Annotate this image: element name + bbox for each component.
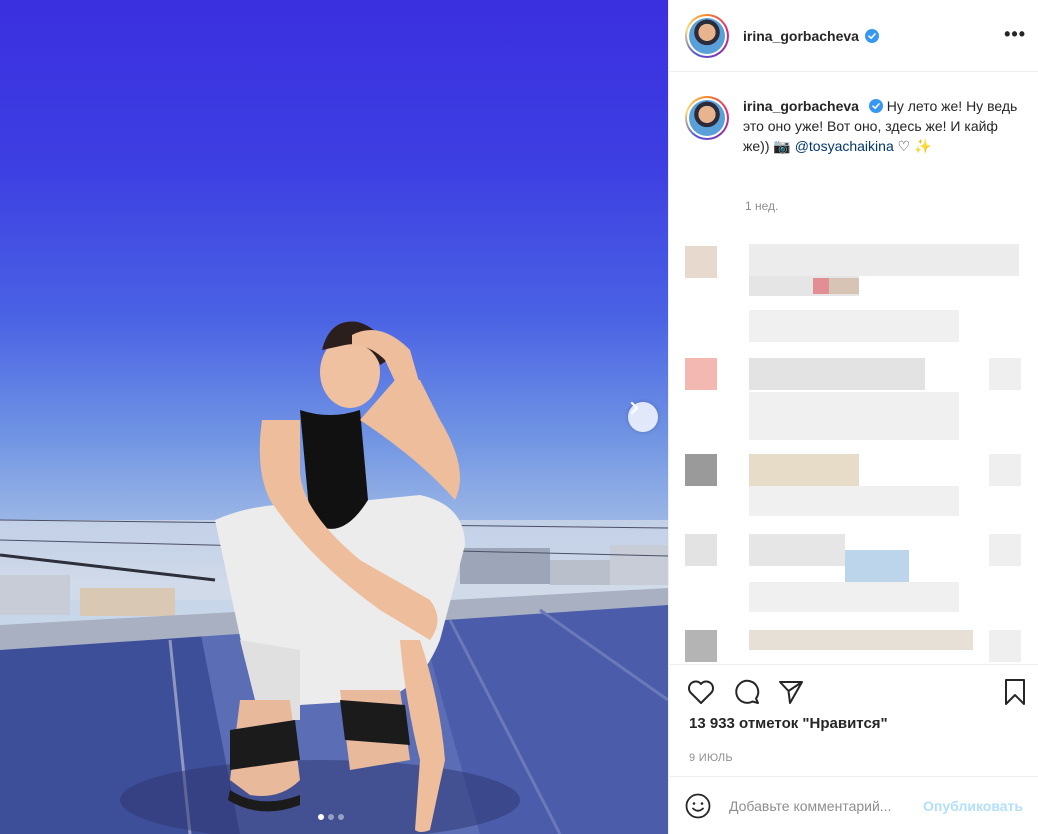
- caption-avatar[interactable]: [685, 96, 729, 140]
- comment-blur: [749, 358, 925, 390]
- caption-text: irina_gorbacheva Ну лето же! Ну ведь это…: [743, 96, 1025, 156]
- photo-scene: [0, 321, 668, 834]
- next-photo-button[interactable]: [628, 402, 658, 432]
- carousel-dot: [338, 814, 344, 820]
- carousel-dots: [318, 814, 344, 820]
- carousel-dot: [328, 814, 334, 820]
- avatar[interactable]: [685, 13, 729, 58]
- header-username[interactable]: irina_gorbacheva: [743, 28, 859, 44]
- comment-avatar: [685, 534, 717, 566]
- comment-avatar: [685, 358, 717, 390]
- comment-blur: [749, 310, 959, 342]
- bookmark-icon[interactable]: [1003, 678, 1027, 706]
- likes-count[interactable]: 13 933 отметок "Нравится": [689, 715, 888, 732]
- post-photo[interactable]: [0, 0, 668, 834]
- comment-blur: [749, 534, 845, 566]
- caption-mention[interactable]: @tosyachaikina: [795, 138, 894, 154]
- heart-icon[interactable]: [687, 679, 715, 705]
- comment-blur: [989, 534, 1021, 566]
- comment-avatar: [685, 246, 717, 278]
- comment-blur: [989, 454, 1021, 486]
- comment-icon[interactable]: [733, 678, 761, 706]
- comments-list: [669, 240, 1038, 664]
- publish-button[interactable]: Опубликовать: [923, 798, 1023, 814]
- add-comment-bar: Опубликовать: [669, 776, 1038, 834]
- share-icon[interactable]: [777, 678, 805, 706]
- comment-blur: [845, 550, 909, 582]
- comment-blur: [989, 630, 1021, 662]
- comment-blur: [749, 454, 859, 486]
- comment-input[interactable]: [729, 797, 919, 814]
- comment-blur: [813, 278, 829, 294]
- chevron-right-icon: [630, 402, 639, 414]
- comment-avatar: [685, 630, 717, 662]
- caption-time: 1 нед.: [745, 199, 779, 213]
- comment-blur: [749, 244, 1019, 276]
- post-header: irina_gorbacheva •••: [669, 0, 1038, 72]
- comment-blur: [829, 278, 859, 294]
- comment-blur: [749, 582, 959, 612]
- caption-username[interactable]: irina_gorbacheva: [743, 98, 859, 114]
- caption: irina_gorbacheva Ну лето же! Ну ведь это…: [685, 96, 1025, 156]
- more-icon[interactable]: •••: [1004, 24, 1026, 45]
- action-bar: 13 933 отметок "Нравится" 9 ИЮЛЬ: [669, 664, 1038, 776]
- post-date: 9 ИЮЛЬ: [689, 752, 733, 764]
- comment-avatar: [685, 454, 717, 486]
- caption-emoji: ♡ ✨: [893, 138, 932, 154]
- comment-blur: [749, 486, 959, 516]
- comment-blur: [749, 392, 959, 440]
- verified-icon: [864, 28, 879, 43]
- comment-blur: [749, 630, 973, 650]
- comment-blur: [989, 358, 1021, 390]
- emoji-icon[interactable]: [685, 793, 711, 819]
- post-sidebar: irina_gorbacheva ••• irina_gorbacheva Ну…: [668, 0, 1038, 834]
- carousel-dot: [318, 814, 324, 820]
- verified-icon: [868, 99, 883, 113]
